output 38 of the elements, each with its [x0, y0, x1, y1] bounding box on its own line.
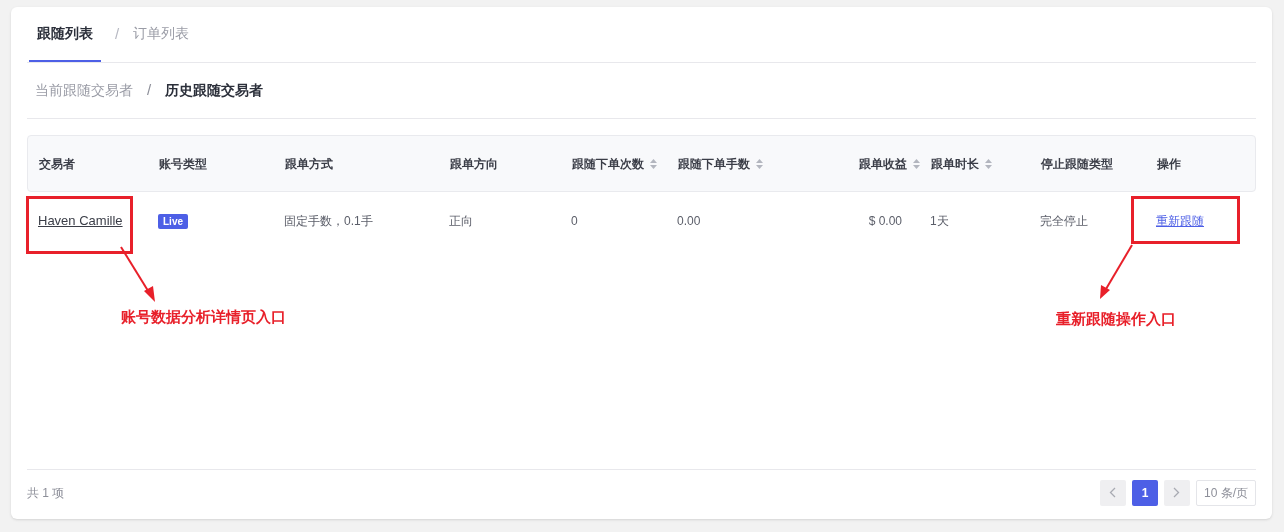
tab[interactable]: 跟随列表: [29, 7, 101, 62]
table-cell-text: 0.00: [677, 213, 701, 230]
column-header: 账号类型: [159, 155, 207, 173]
total-count: 共 1 项: [27, 484, 65, 502]
column-header[interactable]: 跟随下单次数: [572, 154, 644, 173]
annotation-arrow: [120, 246, 155, 302]
table-cell-text: 1天: [930, 213, 949, 230]
next-page-button[interactable]: [1164, 479, 1190, 506]
account-type-badge: Live: [158, 213, 188, 229]
annotation-arrow: [1100, 244, 1133, 299]
chevron-icon: [1173, 487, 1181, 498]
annotation-label: 重新跟随操作入口: [1056, 309, 1176, 329]
column-header: 交易者: [39, 155, 75, 173]
column-header[interactable]: 跟单时长: [931, 154, 979, 173]
sort-icon[interactable]: [913, 158, 920, 169]
column-header: 跟单方向: [450, 155, 498, 173]
trader-link[interactable]: Haven Camille: [38, 211, 123, 231]
table-cell-text: $ 0.00: [868, 213, 902, 230]
tab-separator: /: [147, 80, 152, 101]
table-cell-text: 固定手数，0.1手: [284, 213, 373, 230]
column-header: 跟单方式: [285, 155, 333, 173]
page-button[interactable]: 1: [1132, 479, 1158, 506]
table-cell-text: 正向: [449, 213, 473, 230]
column-header: 操作: [1157, 155, 1181, 173]
previous-page-button[interactable]: [1100, 479, 1126, 506]
sub-tab[interactable]: 历史跟随交易者: [165, 80, 264, 101]
annotation-label: 账号数据分析详情页入口: [121, 307, 286, 327]
refollow-link[interactable]: 重新跟随: [1156, 212, 1204, 230]
sort-icon[interactable]: [756, 158, 763, 169]
table-cell-text: 0: [571, 213, 578, 230]
sort-icon[interactable]: [650, 158, 657, 169]
column-header[interactable]: 跟单收益: [859, 154, 907, 173]
tab-separator: /: [115, 24, 120, 45]
table-cell-text: 完全停止: [1040, 213, 1088, 230]
column-header: 停止跟随类型: [1041, 155, 1113, 173]
column-header[interactable]: 跟随下单手数: [678, 154, 750, 173]
chevron-icon: [1109, 487, 1117, 498]
sort-icon[interactable]: [985, 158, 992, 169]
